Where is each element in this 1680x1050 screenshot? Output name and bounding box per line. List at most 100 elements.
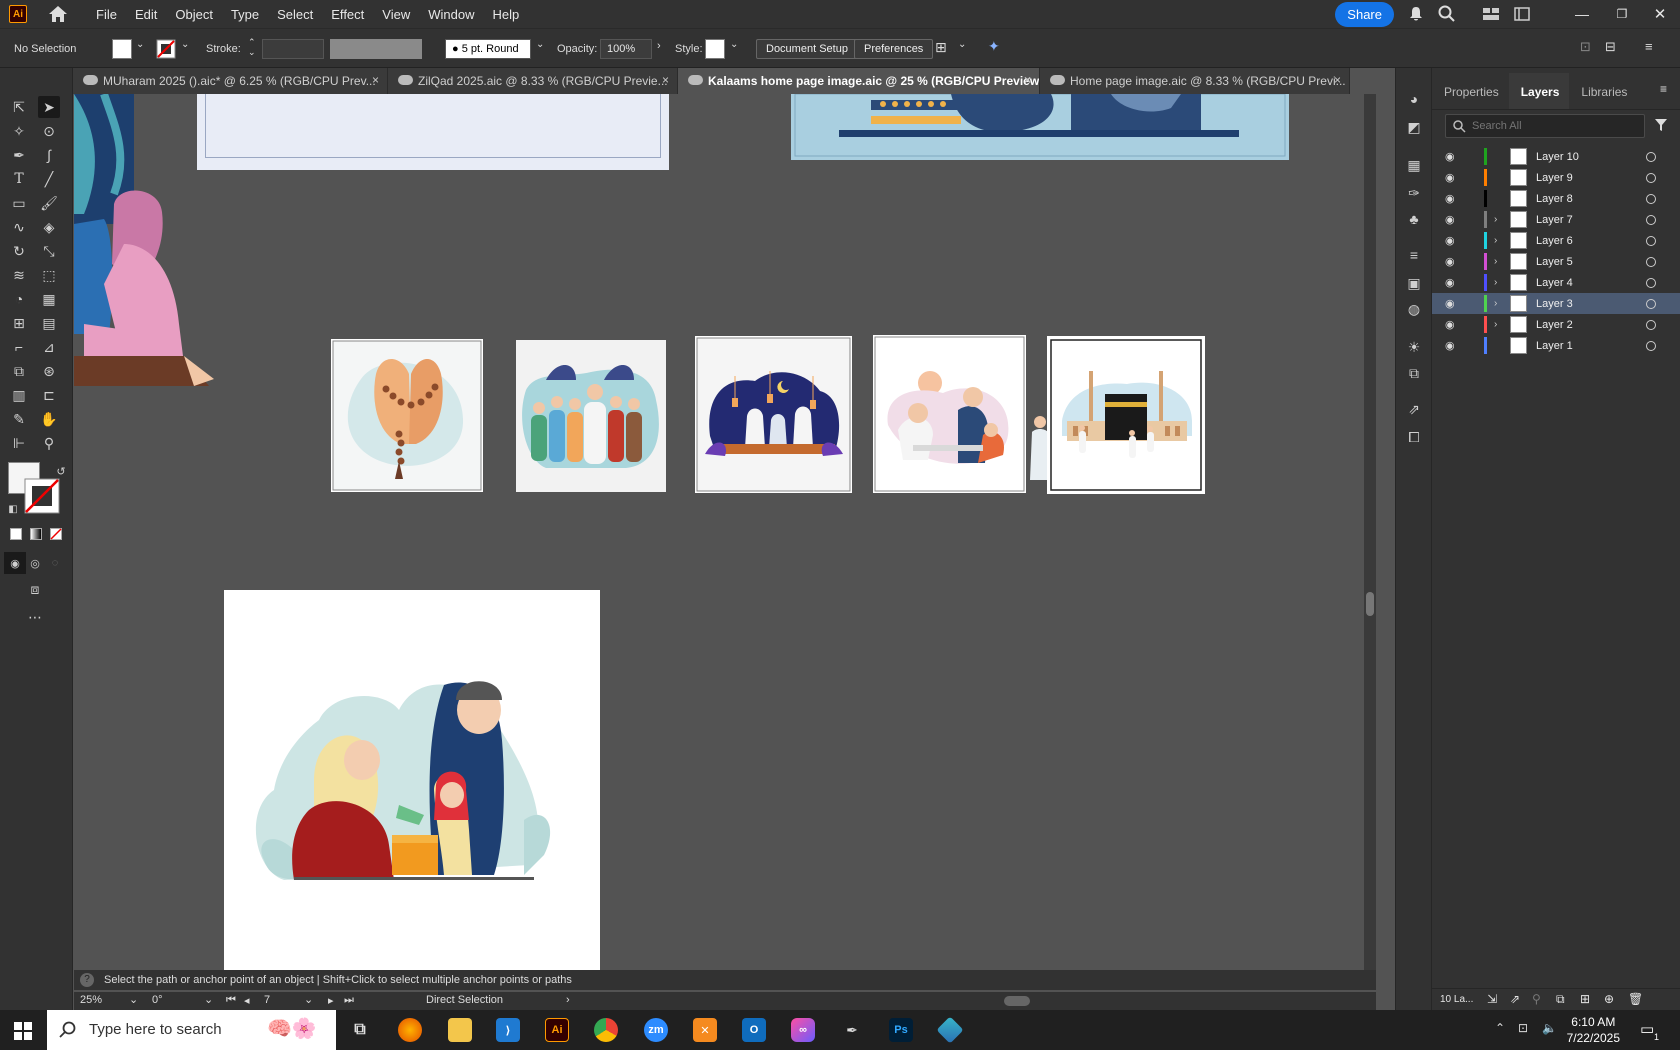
target-icon[interactable] — [1646, 214, 1656, 225]
style-swatch[interactable] — [705, 39, 725, 59]
layer-row[interactable]: ◉ › Layer 5 — [1432, 251, 1680, 272]
artboard-number[interactable]: 7 — [264, 994, 270, 1006]
selection-tool-icon[interactable]: ⇱ — [8, 96, 30, 118]
export-selection-icon[interactable]: ⇗ — [1510, 992, 1520, 1006]
expand-icon[interactable]: › — [1494, 319, 1497, 330]
target-icon[interactable] — [1646, 172, 1656, 183]
vertical-scrollbar[interactable] — [1364, 94, 1376, 970]
perspective-grid-icon[interactable]: ▦ — [38, 288, 60, 310]
minimize-icon[interactable]: — — [1560, 6, 1604, 22]
notifications-icon[interactable]: ▭ — [1640, 1020, 1654, 1038]
menu-object[interactable]: Object — [166, 7, 222, 22]
eye-icon[interactable]: ◉ — [1445, 234, 1455, 247]
document-setup-button[interactable]: Document Setup — [756, 39, 858, 59]
pen-tool-icon[interactable]: ✒ — [8, 144, 30, 166]
zoom-tool-icon[interactable]: ⚲ — [38, 432, 60, 454]
symbols-icon[interactable]: ♣ — [1403, 208, 1425, 230]
stroke-color-swatch[interactable] — [24, 478, 60, 514]
help-icon[interactable]: ? — [80, 973, 94, 987]
restore-icon[interactable]: ❐ — [1604, 7, 1640, 21]
measure-icon[interactable]: ⊿ — [38, 336, 60, 358]
mesh-tool-icon[interactable]: ⊞ — [8, 312, 30, 334]
layers-search[interactable] — [1445, 114, 1645, 138]
layer-name[interactable]: Layer 8 — [1536, 193, 1573, 205]
chevron-down-icon[interactable]: ⌄ — [181, 39, 189, 50]
volume-icon[interactable]: 🔈 — [1542, 1021, 1557, 1035]
close-tab-icon[interactable]: × — [1334, 73, 1341, 87]
swatches-icon[interactable]: ▦ — [1403, 154, 1425, 176]
close-icon[interactable]: ✕ — [1640, 5, 1680, 23]
layer-name[interactable]: Layer 9 — [1536, 172, 1573, 184]
share-button[interactable]: Share — [1335, 1, 1394, 27]
target-icon[interactable] — [1646, 298, 1656, 309]
graph-tool-icon[interactable]: ▥ — [8, 384, 30, 406]
layer-row[interactable]: ◉ › Layer 6 — [1432, 230, 1680, 251]
variable-width-profile[interactable] — [330, 39, 422, 59]
eye-icon[interactable]: ◉ — [1445, 339, 1455, 352]
vscode-icon[interactable]: ⟩ — [496, 1018, 520, 1042]
layer-name[interactable]: Layer 6 — [1536, 235, 1573, 247]
windows-start-icon[interactable] — [14, 1022, 32, 1040]
close-tab-icon[interactable]: × — [662, 73, 669, 87]
eyedropper-icon[interactable]: ⌐ — [8, 336, 30, 358]
rotate-view[interactable]: 0° — [152, 994, 163, 1006]
screen-mode-icon[interactable]: ⧈ — [24, 578, 46, 600]
gradient-panel-icon[interactable]: ▣ — [1403, 272, 1425, 294]
artboard-top-left[interactable] — [197, 94, 669, 170]
artboard-top-right[interactable] — [791, 94, 1289, 160]
close-tab-icon[interactable]: × — [372, 73, 379, 87]
free-transform-icon[interactable]: ⬚ — [38, 264, 60, 286]
preferences-button[interactable]: Preferences — [854, 39, 934, 59]
workspace-icon[interactable] — [1514, 7, 1530, 21]
default-colors-icon[interactable]: ◧ — [2, 498, 24, 520]
transparency-icon[interactable]: ◍ — [1403, 298, 1425, 320]
paintbrush-icon[interactable]: 🖌 — [38, 192, 60, 214]
status-menu-icon[interactable]: › — [566, 994, 570, 1006]
tab-properties[interactable]: Properties — [1432, 85, 1509, 109]
target-icon[interactable] — [1646, 235, 1656, 246]
tab-muharam[interactable]: MUharam 2025 ().aic* @ 6.25 % (RGB/CPU P… — [73, 68, 388, 94]
align-options-icon[interactable]: ⊟ — [1605, 39, 1616, 55]
artboard-tool-icon[interactable]: ⊏ — [38, 384, 60, 406]
eraser-icon[interactable]: ◈ — [38, 216, 60, 238]
close-tab-icon[interactable]: × — [1024, 73, 1031, 87]
brush-definition[interactable]: ● 5 pt. Round — [445, 39, 531, 59]
pen-app-icon[interactable]: ✒ — [840, 1018, 864, 1042]
layer-row[interactable]: ◉ Layer 9 — [1432, 167, 1680, 188]
direct-selection-tool-icon[interactable]: ➤ — [38, 96, 60, 118]
eye-icon[interactable]: ◉ — [1445, 150, 1455, 163]
tab-layers[interactable]: Layers — [1508, 73, 1570, 109]
chevron-right-icon[interactable]: › — [657, 40, 661, 52]
rotate-tool-icon[interactable]: ↻ — [8, 240, 30, 262]
fill-swatch[interactable] — [112, 39, 132, 59]
show-hidden-icons[interactable]: ⌃ — [1495, 1021, 1505, 1035]
chevron-down-icon[interactable]: ⌄ — [204, 993, 213, 1006]
illustrator-taskbar-icon[interactable]: Ai — [545, 1018, 569, 1042]
layer-row[interactable]: ◉ Layer 8 — [1432, 188, 1680, 209]
target-icon[interactable] — [1646, 151, 1656, 162]
rectangle-tool-icon[interactable]: ▭ — [8, 192, 30, 214]
menu-view[interactable]: View — [373, 7, 419, 22]
collect-export-icon[interactable]: ⇲ — [1487, 992, 1497, 1006]
layer-name[interactable]: Layer 7 — [1536, 214, 1573, 226]
menu-help[interactable]: Help — [483, 7, 528, 22]
clipping-mask-icon[interactable]: ⧉ — [1556, 992, 1565, 1007]
puppet-warp-icon[interactable]: ⊩ — [8, 432, 30, 454]
locate-object-icon[interactable]: ⚲ — [1532, 992, 1541, 1006]
expand-icon[interactable]: › — [1494, 277, 1497, 288]
stroke-panel-icon[interactable]: ≡ — [1403, 244, 1425, 266]
network-icon[interactable]: ⊡ — [1518, 1021, 1528, 1035]
stroke-weight-field[interactable] — [262, 39, 324, 59]
appearance-icon[interactable]: ☀ — [1403, 336, 1425, 358]
taskbar-search[interactable]: Type here to search 🧠🌸 — [47, 1010, 336, 1050]
xampp-icon[interactable]: ✕ — [693, 1018, 717, 1042]
layer-name[interactable]: Layer 3 — [1536, 298, 1573, 310]
horizontal-scrollbar-thumb[interactable] — [1004, 996, 1030, 1006]
tab-kalaams[interactable]: Kalaams home page image.aic @ 25 % (RGB/… — [678, 68, 1040, 94]
chevron-down-icon[interactable]: ⌄ — [136, 39, 144, 50]
layer-name[interactable]: Layer 2 — [1536, 319, 1573, 331]
expand-icon[interactable]: › — [1494, 214, 1497, 225]
expand-icon[interactable]: › — [1494, 256, 1497, 267]
tab-libraries[interactable]: Libraries — [1569, 85, 1637, 109]
eye-icon[interactable]: ◉ — [1445, 276, 1455, 289]
